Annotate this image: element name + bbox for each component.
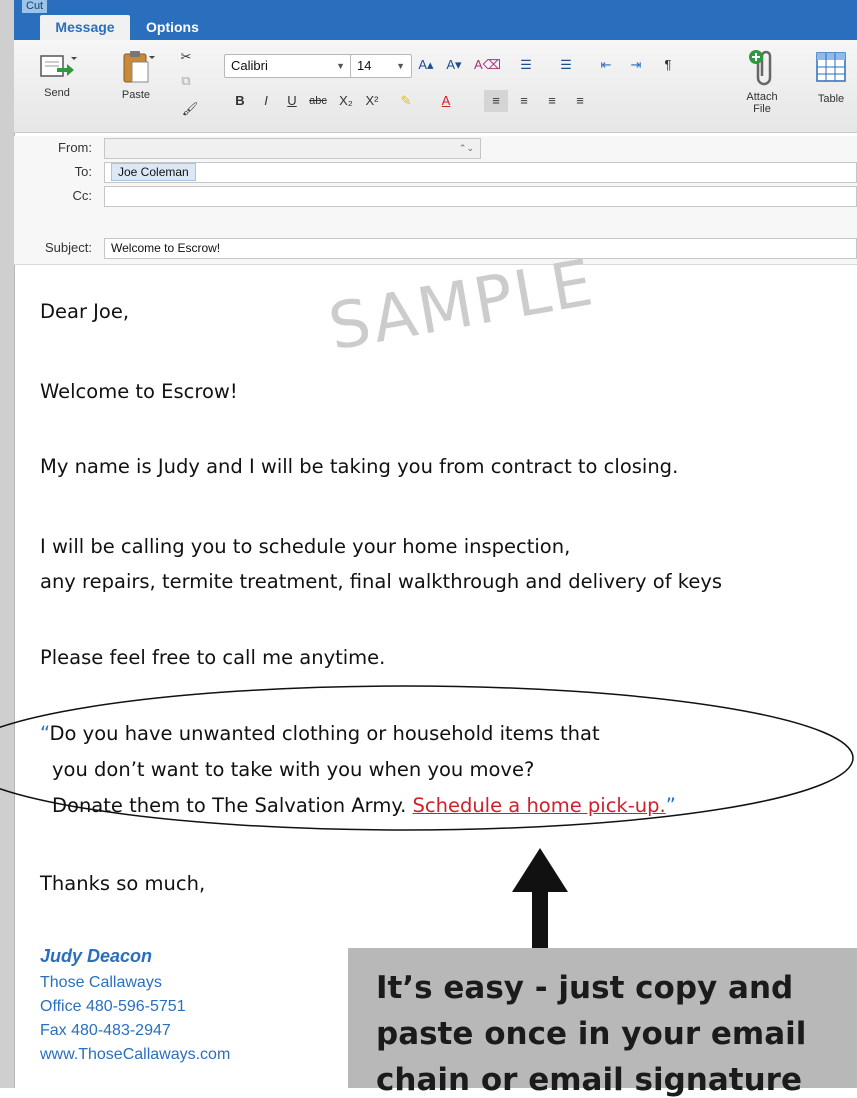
- from-label: From:: [58, 140, 92, 155]
- align-right-icon[interactable]: ≡: [540, 90, 564, 112]
- table-icon: [816, 52, 846, 82]
- closing-line: Thanks so much,: [40, 872, 206, 895]
- close-quote: ”: [665, 794, 676, 817]
- format-painter-icon[interactable]: 🖌: [178, 98, 202, 120]
- ribbon-toolbar: Send Paste ✂ ⧉ 🖌 Calibri ▼ 14 ▼ A▴ A▾ A⌫…: [14, 40, 857, 133]
- underline-icon[interactable]: U: [280, 90, 304, 112]
- signature-fax: Fax 480-483-2947: [40, 1022, 171, 1039]
- bullets-icon[interactable]: ☰: [514, 54, 538, 76]
- callout-line-2: paste once in your email: [376, 1016, 807, 1052]
- from-select[interactable]: ⌃⌄: [104, 138, 481, 159]
- font-color-icon[interactable]: A: [434, 90, 458, 112]
- callout-line-1: It’s easy - just copy and: [376, 970, 794, 1006]
- strikethrough-icon[interactable]: abc: [306, 90, 330, 112]
- send-icon: [40, 55, 77, 77]
- cc-field[interactable]: [104, 186, 857, 207]
- superscript-icon[interactable]: X²: [360, 90, 384, 112]
- callout-box: It’s easy - just copy and paste once in …: [348, 948, 857, 1098]
- table-label: Table: [817, 93, 845, 105]
- table-button[interactable]: Table: [809, 50, 853, 105]
- chevron-down-icon: ▼: [336, 61, 345, 71]
- signature-office: Office 480-596-5751: [40, 998, 186, 1015]
- to-label: To:: [74, 164, 92, 179]
- donate-text-1: Do you have unwanted clothing or househo…: [49, 722, 600, 745]
- recipient-chip[interactable]: Joe Coleman: [111, 163, 196, 181]
- align-center-icon[interactable]: ≡: [512, 90, 536, 112]
- to-field[interactable]: Joe Coleman: [104, 162, 857, 183]
- paragraph-mark-icon[interactable]: ¶: [656, 54, 680, 76]
- calling-line-2: any repairs, termite treatment, final wa…: [40, 570, 723, 593]
- calling-line-1: I will be calling you to schedule your h…: [40, 535, 571, 558]
- send-button[interactable]: Send: [32, 50, 82, 99]
- bold-icon[interactable]: B: [228, 90, 252, 112]
- paste-label: Paste: [121, 89, 151, 101]
- subject-field[interactable]: Welcome to Escrow!: [104, 238, 857, 259]
- paperclip-icon: [749, 50, 772, 86]
- font-name-value: Calibri: [231, 58, 268, 73]
- subject-label: Subject:: [45, 240, 92, 255]
- cc-row: Cc:: [14, 184, 857, 209]
- attach-file-button[interactable]: Attach File: [734, 48, 790, 115]
- numbering-icon[interactable]: ☰: [554, 54, 578, 76]
- greeting: Dear Joe,: [40, 300, 130, 323]
- attach-label-1: Attach: [746, 91, 778, 103]
- cut-icon[interactable]: ✂: [174, 46, 198, 68]
- subscript-icon[interactable]: X₂: [334, 90, 358, 112]
- signature-name: Judy Deacon: [40, 946, 153, 966]
- paste-button[interactable]: Paste: [106, 48, 166, 101]
- tab-message[interactable]: Message: [40, 15, 130, 40]
- callout-line-3: chain or email signature: [376, 1062, 802, 1098]
- tab-options[interactable]: Options: [146, 15, 199, 40]
- clear-formatting-icon[interactable]: A⌫: [474, 54, 501, 76]
- arrow-up-icon: [512, 848, 568, 950]
- font-size-select[interactable]: 14 ▼: [350, 54, 412, 78]
- ribbon-tab-bar: [14, 0, 857, 40]
- chevron-down-icon: ▼: [396, 61, 405, 71]
- stepper-icon: ⌃⌄: [458, 143, 474, 153]
- donate-line-1: “Do you have unwanted clothing or househ…: [40, 722, 600, 745]
- cc-label: Cc:: [72, 188, 93, 203]
- cut-tooltip: Cut: [22, 0, 48, 13]
- donate-text-3: Donate them to The Salvation Army.: [52, 794, 413, 817]
- send-label: Send: [44, 87, 70, 99]
- copy-icon[interactable]: ⧉: [174, 70, 198, 92]
- signature-website: www.ThoseCallaways.com: [40, 1046, 231, 1063]
- align-left-icon[interactable]: ≡: [484, 90, 508, 112]
- donate-line-2: you don’t want to take with you when you…: [52, 758, 535, 781]
- call-anytime-line: Please feel free to call me anytime.: [40, 646, 386, 669]
- grow-font-icon[interactable]: A▴: [414, 54, 438, 76]
- font-size-value: 14: [357, 58, 372, 73]
- intro-line: My name is Judy and I will be taking you…: [40, 455, 679, 478]
- justify-icon[interactable]: ≡: [568, 90, 592, 112]
- attach-label-2: File: [753, 103, 771, 115]
- font-name-select[interactable]: Calibri ▼: [224, 54, 352, 78]
- italic-icon[interactable]: I: [254, 90, 278, 112]
- signature-company: Those Callaways: [40, 974, 162, 991]
- highlight-icon[interactable]: ✎: [394, 90, 418, 112]
- welcome-line: Welcome to Escrow!: [40, 380, 238, 403]
- shrink-font-icon[interactable]: A▾: [442, 54, 466, 76]
- subject-row: Subject: Welcome to Escrow!: [14, 208, 857, 265]
- donate-line-3: Donate them to The Salvation Army. Sched…: [52, 794, 676, 817]
- decrease-indent-icon[interactable]: ⇤: [594, 54, 618, 76]
- subject-value: Welcome to Escrow!: [111, 241, 221, 255]
- clipboard-icon: [123, 51, 155, 83]
- left-edge-bar: [0, 0, 15, 1088]
- from-row: From: ⌃⌄: [14, 136, 857, 161]
- schedule-pickup-link[interactable]: Schedule a home pick-up.: [412, 794, 665, 817]
- increase-indent-icon[interactable]: ⇥: [624, 54, 648, 76]
- to-row: To: Joe Coleman: [14, 160, 857, 185]
- open-quote: “: [40, 722, 50, 745]
